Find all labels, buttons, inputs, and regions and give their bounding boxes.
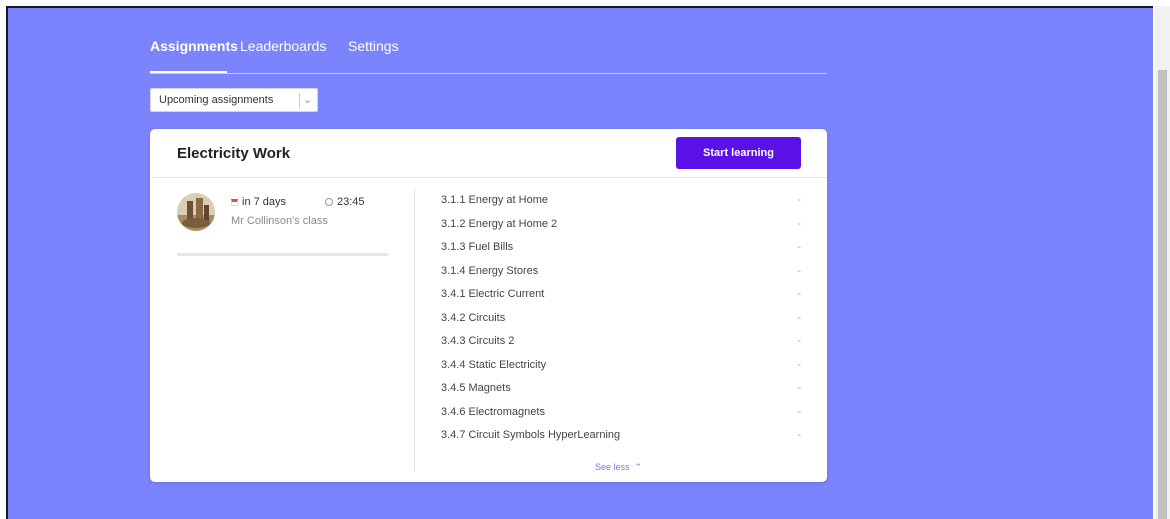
lesson-score: - xyxy=(797,405,801,418)
assignment-filter-select[interactable]: Upcoming assignments ⌄ xyxy=(150,88,318,112)
card-header: Electricity Work Start learning xyxy=(150,129,827,178)
lesson-item[interactable]: 3.4.5 Magnets - xyxy=(441,377,801,401)
vertical-scrollbar[interactable] xyxy=(1155,6,1170,519)
lesson-item[interactable]: 3.1.1 Energy at Home - xyxy=(441,189,801,213)
column-divider xyxy=(414,189,415,472)
lesson-name: 3.1.3 Fuel Bills xyxy=(441,241,514,253)
active-tab-indicator xyxy=(150,71,227,73)
start-learning-button[interactable]: Start learning xyxy=(676,137,801,169)
teacher-avatar xyxy=(177,193,215,231)
assignment-title: Electricity Work xyxy=(177,145,291,162)
lesson-item[interactable]: 3.4.1 Electric Current - xyxy=(441,283,801,307)
lesson-name: 3.4.2 Circuits xyxy=(441,311,506,324)
lesson-score: - xyxy=(797,288,801,300)
due-date-text: in 7 days xyxy=(242,196,287,208)
lesson-score: - xyxy=(797,264,801,277)
see-less-toggle[interactable]: See less ⌃ xyxy=(595,462,642,473)
lesson-list: 3.1.1 Energy at Home -3.1.2 Energy at Hom… xyxy=(441,189,801,448)
tab-settings[interactable]: Settings xyxy=(348,38,399,54)
assignment-card: Electricity Work Start learning in 7 day… xyxy=(150,129,827,482)
lesson-name: 3.1.2 Energy at Home 2 xyxy=(441,217,558,230)
chevron-down-icon: ⌄ xyxy=(303,94,313,106)
select-separator xyxy=(299,93,300,108)
lesson-item[interactable]: 3.1.3 Fuel Bills - xyxy=(441,236,801,260)
filter-selected-value: Upcoming assignments xyxy=(159,94,274,106)
chevron-up-icon: ⌃ xyxy=(634,462,643,472)
progress-bar xyxy=(177,253,388,256)
tab-assignments[interactable]: Assignments xyxy=(150,38,238,54)
lesson-name: 3.4.7 Circuit Symbols HyperLearning xyxy=(441,429,621,441)
lesson-score: - xyxy=(797,241,801,253)
class-name: Mr Collinson's class xyxy=(231,215,328,227)
tab-bar: Assignments Leaderboards Settings xyxy=(150,38,827,74)
scrollbar-thumb[interactable] xyxy=(1158,70,1167,519)
lesson-name: 3.4.4 Static Electricity xyxy=(441,358,547,371)
lesson-item[interactable]: 3.4.7 Circuit Symbols HyperLearning - xyxy=(441,424,801,448)
lesson-item[interactable]: 3.1.4 Energy Stores - xyxy=(441,260,801,284)
lesson-name: 3.4.5 Magnets xyxy=(441,382,511,394)
lesson-score: - xyxy=(797,194,801,206)
lesson-score: - xyxy=(797,358,801,371)
assignment-details: in 7 days 23:45 Mr Collinson's class xyxy=(150,178,415,482)
lesson-name: 3.1.1 Energy at Home xyxy=(441,194,549,206)
lesson-name: 3.4.3 Circuits 2 xyxy=(441,335,515,347)
lesson-score: - xyxy=(797,429,801,441)
lesson-score: - xyxy=(797,217,801,230)
tab-leaderboards[interactable]: Leaderboards xyxy=(240,38,326,54)
lesson-score: - xyxy=(797,335,801,347)
clock-icon xyxy=(325,198,333,206)
see-less-label: See less xyxy=(595,462,630,472)
lesson-name: 3.1.4 Energy Stores xyxy=(441,264,539,277)
lesson-item[interactable]: 3.4.3 Circuits 2 - xyxy=(441,330,801,354)
lesson-item[interactable]: 3.4.2 Circuits - xyxy=(441,307,801,331)
lesson-item[interactable]: 3.1.2 Energy at Home 2 - xyxy=(441,213,801,237)
lesson-score: - xyxy=(797,311,801,324)
due-time-text: 23:45 xyxy=(337,196,365,208)
lesson-name: 3.4.6 Electromagnets xyxy=(441,405,545,418)
lesson-score: - xyxy=(797,382,801,394)
lesson-item[interactable]: 3.4.6 Electromagnets - xyxy=(441,401,801,425)
lesson-name: 3.4.1 Electric Current xyxy=(441,288,545,300)
lesson-item[interactable]: 3.4.4 Static Electricity - xyxy=(441,354,801,378)
due-time: 23:45 xyxy=(325,196,365,208)
calendar-icon xyxy=(231,199,238,206)
due-date: in 7 days xyxy=(231,196,286,208)
